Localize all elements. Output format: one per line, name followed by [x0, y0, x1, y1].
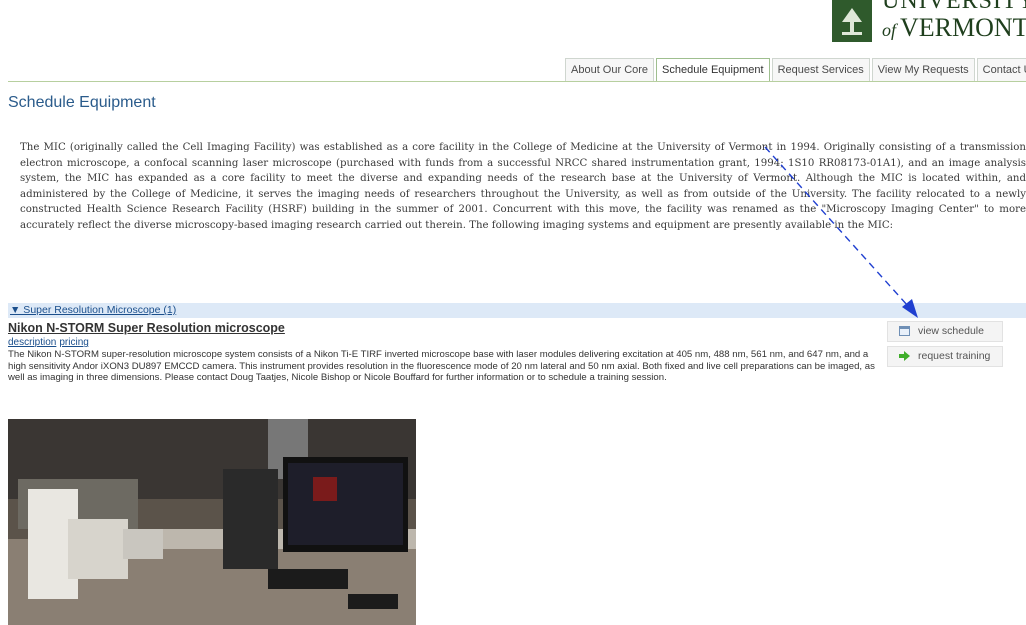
- pricing-link[interactable]: pricing: [59, 337, 88, 348]
- description-link[interactable]: description: [8, 337, 56, 348]
- tab-schedule-equipment[interactable]: Schedule Equipment: [656, 58, 770, 81]
- equipment-name-link[interactable]: Nikon N-STORM Super Resolution microscop…: [8, 321, 285, 335]
- main-nav: About Our Core Schedule Equipment Reques…: [563, 58, 1026, 81]
- page-title: Schedule Equipment: [8, 94, 156, 111]
- university-logo[interactable]: UNIVERSITY of VERMONT: [828, 0, 1026, 48]
- equipment-photo: [8, 419, 416, 625]
- nav-divider: [8, 81, 1026, 82]
- tab-view-my-requests[interactable]: View My Requests: [871, 58, 975, 81]
- equipment-description: The Nikon N-STORM super-resolution micro…: [8, 349, 875, 384]
- category-toggle-link[interactable]: ▼ Super Resolution Microscope (1): [10, 304, 176, 316]
- view-schedule-button[interactable]: view schedule: [887, 321, 1003, 342]
- view-schedule-label: view schedule: [918, 325, 984, 337]
- request-training-button[interactable]: request training: [887, 346, 1003, 367]
- tab-request-services[interactable]: Request Services: [771, 58, 870, 81]
- tab-about-our-core[interactable]: About Our Core: [565, 58, 655, 81]
- tab-contact-us[interactable]: Contact Us: [976, 58, 1026, 81]
- category-header[interactable]: ▼ Super Resolution Microscope (1): [8, 303, 1026, 318]
- green-arrow-icon: [899, 351, 910, 361]
- logo-line-vermont: of VERMONT: [882, 13, 1026, 42]
- equipment-links: description pricing: [8, 337, 92, 348]
- calendar-icon: [899, 326, 910, 336]
- request-training-label: request training: [918, 350, 991, 362]
- intro-paragraph: The MIC (originally called the Cell Imag…: [20, 142, 1026, 231]
- logo-seal-icon: [832, 0, 872, 42]
